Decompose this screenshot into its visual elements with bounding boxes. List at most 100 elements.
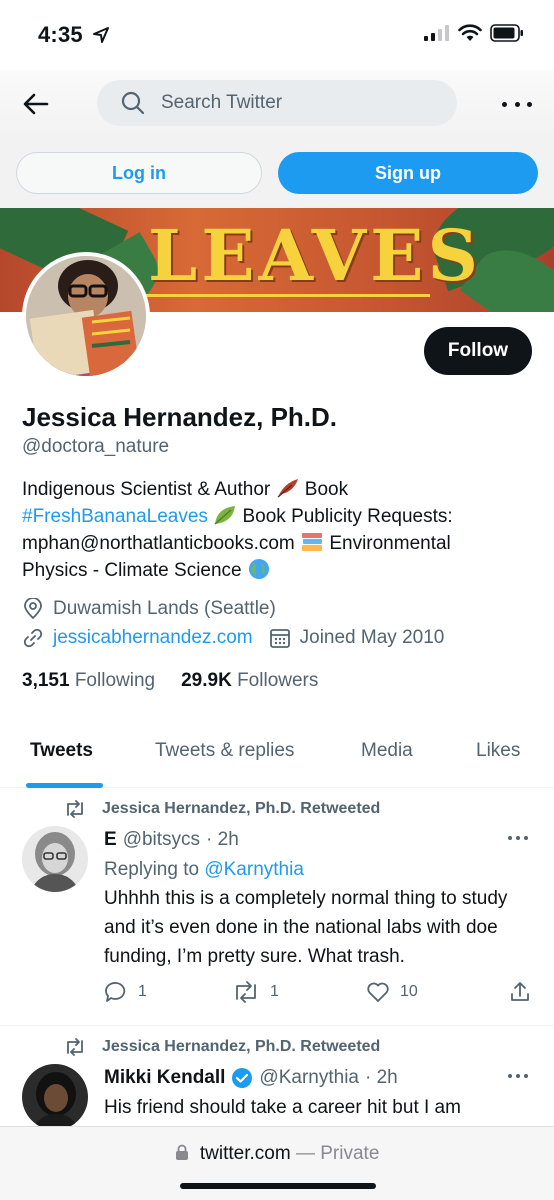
arrow-left-icon bbox=[23, 93, 49, 115]
top-navigation bbox=[0, 70, 554, 140]
reply-button[interactable]: 1 bbox=[104, 980, 147, 1004]
profile-tabs: Tweets Tweets & replies Media Likes bbox=[0, 724, 554, 788]
search-input[interactable] bbox=[161, 92, 441, 114]
bio-line-3: mphan@northatlanticbooks.com Environment… bbox=[22, 530, 522, 557]
signup-button[interactable]: Sign up bbox=[278, 152, 538, 194]
reply-count: 1 bbox=[138, 983, 147, 1000]
profile-avatar[interactable] bbox=[22, 252, 150, 380]
tab-tweets[interactable]: Tweets bbox=[30, 740, 93, 762]
wifi-icon bbox=[458, 24, 482, 41]
back-button[interactable] bbox=[20, 88, 52, 120]
tweet-author-handle[interactable]: @bitsycs bbox=[123, 829, 200, 851]
tweet-author-name[interactable]: E bbox=[104, 829, 117, 851]
home-indicator[interactable] bbox=[180, 1183, 376, 1189]
tweet-text: Uhhhh this is a completely normal thing … bbox=[104, 888, 508, 967]
profile-location: Duwamish Lands (Seattle) bbox=[53, 598, 276, 619]
retweet-icon bbox=[236, 981, 256, 1003]
tab-tweets-and-replies[interactable]: Tweets & replies bbox=[155, 740, 294, 762]
profile-website-link[interactable]: jessicabhernandez.com bbox=[53, 627, 253, 649]
avatar-photo bbox=[22, 1064, 88, 1130]
bio-line-1: Indigenous Scientist & Author Book bbox=[22, 476, 522, 503]
heart-icon bbox=[367, 982, 389, 1002]
tweet-avatar[interactable] bbox=[22, 826, 88, 892]
books-emoji-icon bbox=[302, 533, 323, 551]
search-box[interactable] bbox=[97, 80, 457, 126]
tweet-time[interactable]: · 2h bbox=[365, 1067, 398, 1089]
more-dot bbox=[524, 836, 528, 840]
bio-email: mphan@northatlanticbooks.com bbox=[22, 533, 295, 554]
profile-bio: Indigenous Scientist & Author Book #Fres… bbox=[22, 476, 522, 584]
reply-icon bbox=[105, 982, 126, 1002]
tweet-text: His friend should take a career hit but … bbox=[104, 1097, 461, 1118]
link-icon bbox=[23, 628, 43, 648]
profile-stats: 3,151 Following 29.9K Followers bbox=[22, 670, 318, 692]
browser-url-bar[interactable]: twitter.com — Private bbox=[0, 1143, 554, 1165]
more-horizontal-icon bbox=[502, 101, 507, 107]
calendar-icon bbox=[269, 629, 290, 648]
more-horizontal-icon bbox=[508, 836, 512, 840]
retweet-context: Jessica Hernandez, Ph.D. Retweeted bbox=[64, 800, 380, 818]
tweet-actions: 1 1 10 bbox=[104, 980, 534, 1012]
banner-title: LEAVES bbox=[148, 214, 483, 297]
avatar-photo bbox=[22, 826, 88, 892]
location-arrow-icon bbox=[93, 27, 109, 43]
retweet-context-label: Jessica Hernandez, Ph.D. Retweeted bbox=[102, 800, 381, 817]
bio-line-2: #FreshBananaLeaves Book Publicity Reques… bbox=[22, 503, 522, 530]
lock-icon bbox=[175, 1144, 188, 1160]
tweet-author-handle[interactable]: @Karnythia bbox=[259, 1067, 359, 1089]
followers-label: Followers bbox=[237, 670, 319, 691]
bio-text: Physics - Climate Science bbox=[22, 560, 242, 581]
banner-underline bbox=[140, 294, 430, 297]
login-button[interactable]: Log in bbox=[16, 152, 262, 194]
more-dot bbox=[524, 1074, 528, 1078]
auth-bar: Log in Sign up bbox=[0, 140, 554, 208]
retweet-button[interactable]: 1 bbox=[232, 980, 279, 1004]
tweet-time[interactable]: · 2h bbox=[206, 829, 239, 851]
followers-stat[interactable]: 29.9K Followers bbox=[181, 670, 318, 692]
tweet-header: E @bitsycs · 2h bbox=[104, 829, 239, 851]
status-bar: 4:35 bbox=[0, 0, 554, 70]
globe-emoji-icon bbox=[248, 559, 269, 579]
location-pin-icon bbox=[24, 598, 42, 620]
following-count: 3,151 bbox=[22, 670, 70, 691]
retweet-icon bbox=[67, 1038, 83, 1056]
browser-bottom-bar: twitter.com — Private bbox=[0, 1126, 554, 1200]
more-dot bbox=[514, 101, 520, 107]
avatar-photo bbox=[26, 256, 146, 376]
retweet-context: Jessica Hernandez, Ph.D. Retweeted bbox=[64, 1038, 380, 1056]
browser-privacy-label: — Private bbox=[295, 1143, 380, 1164]
following-stat[interactable]: 3,151 Following bbox=[22, 670, 155, 692]
more-horizontal-icon bbox=[508, 1074, 512, 1078]
browser-domain: twitter.com bbox=[199, 1143, 291, 1164]
more-dot bbox=[527, 101, 532, 107]
followers-count: 29.9K bbox=[181, 670, 232, 691]
following-label: Following bbox=[74, 670, 156, 691]
bio-text: Environmental bbox=[329, 533, 451, 554]
share-button[interactable] bbox=[508, 980, 532, 1004]
status-time: 4:35 bbox=[38, 22, 83, 47]
bio-text: Book bbox=[304, 479, 349, 500]
search-icon bbox=[121, 91, 145, 115]
bio-text: Indigenous Scientist & Author bbox=[22, 479, 271, 500]
retweet-context-label: Jessica Hernandez, Ph.D. Retweeted bbox=[102, 1038, 381, 1055]
profile-display-name: Jessica Hernandez, Ph.D. bbox=[22, 402, 338, 432]
leaf-emoji-icon bbox=[214, 506, 236, 525]
tweet-avatar[interactable] bbox=[22, 1064, 88, 1130]
more-options-button[interactable] bbox=[502, 94, 532, 114]
verified-badge-icon bbox=[232, 1068, 253, 1088]
like-button[interactable]: 10 bbox=[366, 980, 418, 1004]
profile-joined-date: Joined May 2010 bbox=[299, 627, 445, 648]
tab-media[interactable]: Media bbox=[361, 740, 413, 762]
battery-icon bbox=[490, 24, 523, 42]
tweet-author-name[interactable]: Mikki Kendall bbox=[104, 1067, 225, 1089]
tweet-more-button[interactable] bbox=[508, 1074, 528, 1080]
hashtag-link[interactable]: #FreshBananaLeaves bbox=[22, 506, 208, 527]
retweet-count: 1 bbox=[270, 983, 279, 1000]
follow-button[interactable]: Follow bbox=[424, 327, 532, 375]
like-count: 10 bbox=[400, 983, 418, 1000]
tweet-more-button[interactable] bbox=[508, 836, 528, 842]
tab-likes[interactable]: Likes bbox=[476, 740, 520, 762]
replying-to-handle[interactable]: @Karnythia bbox=[204, 859, 304, 880]
cellular-signal-icon bbox=[424, 25, 449, 41]
share-icon bbox=[511, 982, 529, 1001]
